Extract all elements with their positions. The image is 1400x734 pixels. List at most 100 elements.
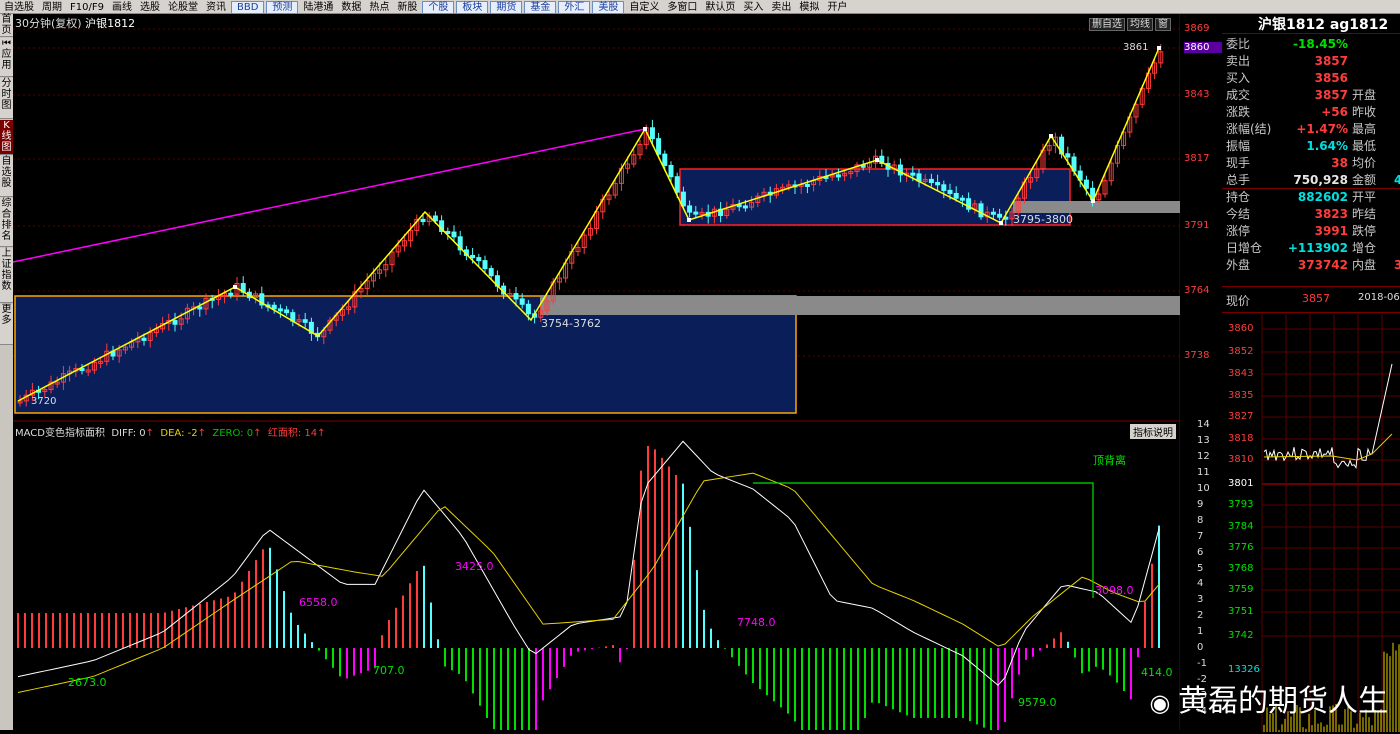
menu-item[interactable]: 买入 (739, 1, 767, 13)
candle-body (1083, 179, 1089, 189)
candle-body (525, 303, 531, 315)
side-tab-0[interactable]: 首页 (0, 14, 13, 37)
now-price-label: 现价 (1226, 294, 1251, 308)
candle-body (835, 174, 841, 178)
candle-body (476, 257, 482, 262)
quote-key: 卖出 (1226, 54, 1251, 68)
menu-item[interactable]: 新股 (393, 1, 421, 13)
quote-row: 持仓 882602 开平 (1222, 189, 1400, 206)
quote-key2: 均价 (1352, 156, 1377, 170)
side-tab-7[interactable]: 更多 (0, 304, 13, 345)
menu-item[interactable]: 多窗口 (663, 1, 701, 13)
quote-value: 3823 (1314, 207, 1348, 221)
mini-axis-label: 3835 (1228, 390, 1254, 401)
mini-axis-label: 3751 (1228, 606, 1254, 617)
menu-item[interactable]: 周期 (38, 1, 66, 13)
macd-axis-label: 12 (1197, 451, 1210, 463)
menu-item[interactable]: 画线 (108, 1, 136, 13)
side-tab-6[interactable]: 上证指数 (0, 248, 13, 303)
menu-item[interactable]: 期货 (490, 1, 523, 13)
quote-row: 涨跌 +56 昨收 (1222, 104, 1400, 121)
candle-body (197, 306, 203, 310)
gray-band-lower (540, 296, 1180, 315)
menu-item[interactable]: 热点 (365, 1, 393, 13)
menu-item[interactable]: F10/F9 (66, 1, 108, 13)
quote-key: 持仓 (1226, 190, 1251, 204)
menu-item[interactable]: 板块 (456, 1, 489, 13)
candle-body (656, 138, 662, 155)
quote-key2: 最高 (1352, 122, 1377, 136)
side-tab-5[interactable]: 综合排名 (0, 198, 13, 247)
now-price-value: 3857 (1302, 292, 1330, 305)
candle-body (420, 218, 426, 223)
quote-title: 沪银1812 ag1812 (1258, 17, 1389, 33)
menu-item[interactable]: 选股 (136, 1, 164, 13)
macd-axis-label: 2 (1197, 610, 1204, 622)
menu-item[interactable]: 预测 (266, 1, 299, 13)
menu-item[interactable]: 自定义 (625, 1, 663, 13)
menu-item[interactable]: 论股堂 (164, 1, 202, 13)
weibo-watermark: ◉ 黄磊的期货人生 (1149, 684, 1388, 719)
candle-body (482, 260, 488, 270)
menu-item[interactable]: 陆港通 (299, 1, 337, 13)
price-axis-label: 3817 (1184, 153, 1210, 164)
box2-range-label: 3795-3800 (1013, 213, 1073, 226)
pivot-marker (1157, 46, 1161, 50)
pivot-marker (1091, 199, 1095, 203)
kline-toolbar-button[interactable]: 均线 (1127, 18, 1153, 31)
quote-key2: 昨结 (1352, 207, 1377, 221)
kline-toolbar-button[interactable]: 窗 (1155, 18, 1171, 31)
kline-chart-area[interactable]: 30分钟(复权) 沪银1812 删自选 均线窗 3861 3720 3754-37… (12, 14, 1223, 730)
candle-body (284, 309, 290, 314)
menu-item[interactable]: 默认页 (701, 1, 739, 13)
side-tab-3[interactable]: K线图 (0, 120, 13, 155)
quote-row: 涨停 3991 跌停 (1222, 223, 1400, 240)
kline-title: 30分钟(复权) 沪银1812 (15, 17, 136, 30)
macd-area-value: 6558.0 (299, 596, 338, 609)
side-tab-1[interactable]: ⏮应用 (0, 38, 13, 77)
kline-macd-svg[interactable] (12, 14, 1223, 730)
macd-area-value: 3098.0 (1095, 584, 1134, 597)
menu-item[interactable]: 数据 (337, 1, 365, 13)
menu-item[interactable]: 基金 (524, 1, 557, 13)
menu-item[interactable]: 外汇 (558, 1, 591, 13)
candle-body (141, 337, 147, 341)
low-price-label: 3720 (31, 396, 57, 407)
top-divergence-label: 顶背离 (1093, 454, 1126, 467)
quote-value: +113902 (1287, 241, 1348, 255)
mini-axis-label: 3852 (1228, 346, 1254, 357)
macd-area-value: 9579.0 (1018, 696, 1057, 709)
menu-item[interactable]: 开户 (823, 1, 851, 13)
menu-item[interactable]: 资讯 (202, 1, 230, 13)
price-axis-label: 3860 (1184, 42, 1222, 53)
menu-item[interactable]: 个股 (422, 1, 455, 13)
pivot-marker (687, 218, 691, 222)
kline-toolbar-button[interactable]: 删自选 (1089, 18, 1125, 31)
quote-value: 38 (1331, 156, 1348, 170)
macd-axis-label: 14 (1197, 419, 1210, 431)
candle-body (935, 182, 941, 186)
side-tab-4[interactable]: 自选股 (0, 156, 13, 197)
macd-area-value: 2673.0 (68, 676, 107, 689)
menu-item[interactable]: 模拟 (795, 1, 823, 13)
macd-area-value: 707.0 (373, 664, 405, 677)
quote-key: 振幅 (1226, 139, 1251, 153)
menu-item[interactable]: 卖出 (767, 1, 795, 13)
mini-axis-label: 3784 (1228, 521, 1254, 532)
quote-value: +1.47% (1296, 122, 1348, 136)
quote-row: 现手 38 均价 (1222, 155, 1400, 172)
indicator-help-button[interactable]: 指标说明 (1130, 424, 1176, 439)
quote-key: 涨跌 (1226, 105, 1251, 119)
quote-value: 1.64% (1306, 139, 1348, 153)
side-tab-2[interactable]: 分时图 (0, 78, 13, 119)
quote-row: 成交 3857 开盘 (1222, 87, 1400, 104)
menu-item[interactable]: 美股 (592, 1, 625, 13)
pivot-marker (233, 285, 237, 289)
candle-body (668, 164, 674, 178)
menu-item[interactable]: 自选股 (0, 1, 38, 13)
candle-body (271, 304, 277, 310)
menu-item[interactable]: BBD (230, 1, 265, 13)
candle-body (649, 127, 655, 140)
box1-range-label: 3754-3762 (541, 317, 601, 330)
quote-key2: 内盘 (1352, 258, 1377, 272)
